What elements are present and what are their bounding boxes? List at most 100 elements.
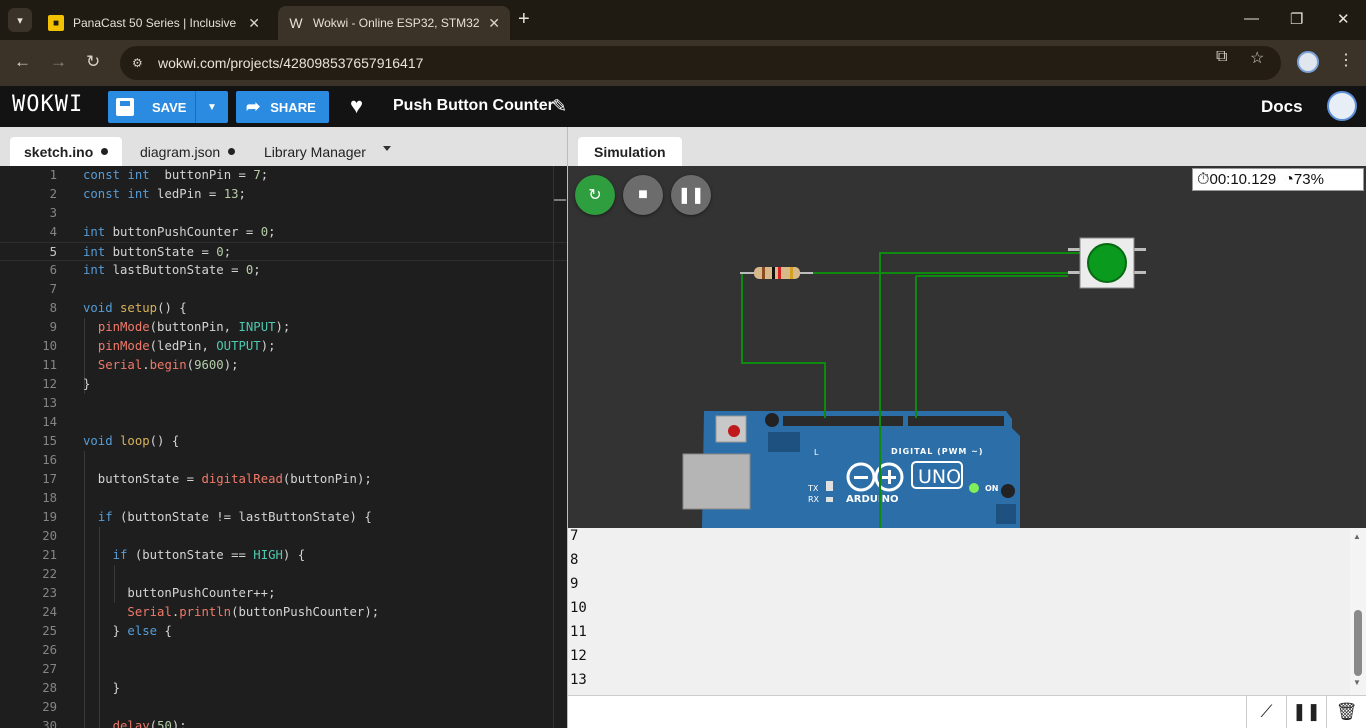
minimize-icon[interactable]: — <box>1244 10 1259 27</box>
code-line[interactable]: 29 <box>0 698 567 717</box>
code-text[interactable]: buttonPushCounter++; <box>83 584 275 603</box>
code-line[interactable]: 1 const int buttonPin = 7; <box>0 166 567 185</box>
site-info-icon[interactable]: ⚙ <box>132 56 150 70</box>
save-button[interactable]: SAVE ▼ <box>108 91 228 123</box>
code-text[interactable]: const int buttonPin = 7; <box>83 166 268 185</box>
code-line[interactable]: 23 buttonPushCounter++; <box>0 584 567 603</box>
bookmark-star-icon[interactable]: ☆ <box>1250 48 1264 68</box>
browser-menu-icon[interactable]: ⋮ <box>1338 50 1354 70</box>
plotter-button[interactable]: ⟋ <box>1246 696 1286 728</box>
serial-scrollbar[interactable]: ▲ ▼ <box>1350 528 1366 695</box>
code-line[interactable]: 30 delay(50); <box>0 717 567 728</box>
code-line[interactable]: 3 <box>0 204 567 223</box>
url-text[interactable]: wokwi.com/projects/428098537657916417 <box>158 55 423 71</box>
wokwi-logo[interactable]: WOKWI <box>12 92 83 117</box>
edit-title-pencil-icon[interactable]: ✎ <box>552 96 567 117</box>
forward-icon[interactable]: → <box>50 52 67 72</box>
code-text[interactable]: pinMode(buttonPin, INPUT); <box>83 318 291 337</box>
code-line[interactable]: 6 int lastButtonState = 0; <box>0 261 567 280</box>
pause-icon: ❚❚ <box>1292 702 1321 721</box>
code-text[interactable]: if (buttonState != lastButtonState) { <box>83 508 372 527</box>
share-button[interactable]: ➦ SHARE <box>236 91 329 123</box>
tabs-dropdown-icon[interactable] <box>383 146 391 151</box>
code-line[interactable]: 15 void loop() { <box>0 432 567 451</box>
resistor[interactable] <box>740 267 813 279</box>
editor-scrollbar[interactable] <box>553 166 554 728</box>
code-text[interactable]: void loop() { <box>83 432 179 451</box>
code-line[interactable]: 21 if (buttonState == HIGH) { <box>0 546 567 565</box>
docs-link[interactable]: Docs <box>1261 97 1303 117</box>
simulation-canvas[interactable]: ↻ ■ ❚❚ ⏱ 00:10.129 ◔ 73% L TX RX DIGITAL… <box>568 166 1366 528</box>
new-tab-icon[interactable]: + <box>518 8 530 31</box>
tab-sketch-ino[interactable]: sketch.ino <box>10 137 123 166</box>
scroll-up-icon[interactable]: ▲ <box>1353 532 1361 541</box>
pushbutton[interactable] <box>1068 237 1146 289</box>
tab-library-manager[interactable]: Library Manager <box>250 137 380 166</box>
code-text[interactable]: pinMode(ledPin, OUTPUT); <box>83 337 276 356</box>
like-heart-icon[interactable]: ♥ <box>350 93 363 119</box>
restore-icon[interactable]: ❐ <box>1290 10 1303 28</box>
code-line[interactable]: 13 <box>0 394 567 413</box>
pause-serial-button[interactable]: ❚❚ <box>1286 696 1326 728</box>
code-text[interactable]: Serial.println(buttonPushCounter); <box>83 603 379 622</box>
code-line[interactable]: 5 int buttonState = 0; <box>0 242 567 261</box>
code-line[interactable]: 27 <box>0 660 567 679</box>
code-text[interactable]: Serial.begin(9600); <box>83 356 239 375</box>
clear-serial-button[interactable]: 🗑 <box>1326 696 1366 728</box>
tab-label: diagram.json <box>140 143 221 160</box>
reload-icon[interactable]: ↻ <box>86 52 100 72</box>
scrollbar-thumb[interactable] <box>1354 610 1362 676</box>
code-text[interactable]: } else { <box>83 622 172 641</box>
code-line[interactable]: 16 <box>0 451 567 470</box>
code-line[interactable]: 19 if (buttonState != lastButtonState) { <box>0 508 567 527</box>
translate-icon[interactable]: ⧉ <box>1216 48 1227 66</box>
tab-diagram-json[interactable]: diagram.json <box>126 137 249 166</box>
code-text[interactable]: int buttonState = 0; <box>83 243 231 262</box>
code-editor[interactable]: 1 const int buttonPin = 7; 2 const int ledP… <box>0 166 567 728</box>
close-tab-icon[interactable]: ✕ <box>248 15 260 32</box>
code-line[interactable]: 9 pinMode(buttonPin, INPUT); <box>0 318 567 337</box>
code-text[interactable]: void setup() { <box>83 299 187 318</box>
code-line[interactable]: 10 pinMode(ledPin, OUTPUT); <box>0 337 567 356</box>
serial-input[interactable] <box>568 696 1246 728</box>
arduino-uno-board[interactable]: L TX RX DIGITAL (PWM ~) ON ARDUINO UNO <box>682 411 1020 528</box>
scroll-down-icon[interactable]: ▼ <box>1353 678 1361 687</box>
address-bar[interactable]: ⚙ wokwi.com/projects/428098537657916417 <box>120 46 1281 80</box>
code-line[interactable]: 24 Serial.println(buttonPushCounter); <box>0 603 567 622</box>
code-line[interactable]: 18 <box>0 489 567 508</box>
close-tab-icon[interactable]: ✕ <box>488 15 500 32</box>
code-text[interactable]: int lastButtonState = 0; <box>83 261 261 280</box>
tab-search-button[interactable]: ▾ <box>8 8 32 32</box>
code-line[interactable]: 2 const int ledPin = 13; <box>0 185 567 204</box>
reset-button-cap[interactable] <box>728 425 740 437</box>
code-line[interactable]: 14 <box>0 413 567 432</box>
profile-avatar[interactable] <box>1297 51 1319 73</box>
browser-tab-panacast[interactable]: ■ PanaCast 50 Series | Inclusive m ✕ <box>38 6 270 40</box>
code-text[interactable]: delay(50); <box>83 717 187 728</box>
code-line[interactable]: 20 <box>0 527 567 546</box>
code-line[interactable]: 17 buttonState = digitalRead(buttonPin); <box>0 470 567 489</box>
code-line[interactable]: 8 void setup() { <box>0 299 567 318</box>
save-dropdown-button[interactable]: ▼ <box>195 91 228 123</box>
browser-tab-wokwi[interactable]: W Wokwi - Online ESP32, STM32, A ✕ <box>278 6 510 40</box>
code-text[interactable]: int buttonPushCounter = 0; <box>83 223 276 242</box>
code-text[interactable]: } <box>83 679 120 698</box>
code-text[interactable]: const int ledPin = 13; <box>83 185 246 204</box>
code-line[interactable]: 28 } <box>0 679 567 698</box>
code-text[interactable]: buttonState = digitalRead(buttonPin); <box>83 470 372 489</box>
code-line[interactable]: 26 <box>0 641 567 660</box>
code-line[interactable]: 25 } else { <box>0 622 567 641</box>
close-window-icon[interactable]: ✕ <box>1337 10 1350 28</box>
line-number: 9 <box>49 320 57 334</box>
simulation-tab-bar: Simulation <box>568 127 1366 166</box>
code-line[interactable]: 12} <box>0 375 567 394</box>
code-line[interactable]: 4 int buttonPushCounter = 0; <box>0 223 567 242</box>
user-avatar[interactable] <box>1327 91 1357 121</box>
code-line[interactable]: 22 <box>0 565 567 584</box>
tab-simulation[interactable]: Simulation <box>578 137 682 166</box>
back-icon[interactable]: ← <box>14 52 31 72</box>
code-line[interactable]: 7 <box>0 280 567 299</box>
code-text[interactable]: if (buttonState == HIGH) { <box>83 546 306 565</box>
code-text[interactable]: } <box>83 375 90 394</box>
code-line[interactable]: 11 Serial.begin(9600); <box>0 356 567 375</box>
